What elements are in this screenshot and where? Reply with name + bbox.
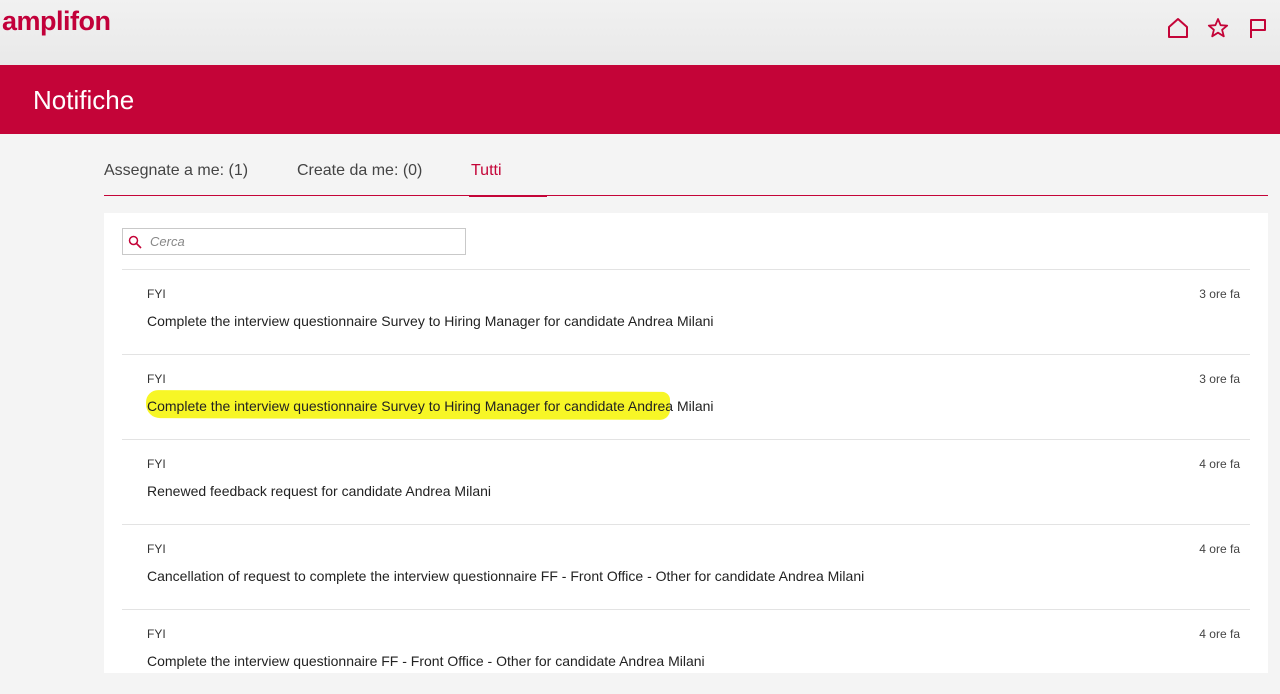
notification-item[interactable]: FYI 3 ore fa Complete the interview ques…	[122, 354, 1250, 439]
tab-all[interactable]: Tutti	[471, 162, 502, 180]
tab-created-by-me[interactable]: Create da me: (0)	[297, 162, 422, 180]
search-box	[122, 228, 466, 255]
top-bar: amplifon	[0, 0, 1280, 65]
page-banner: Notifiche	[0, 65, 1280, 134]
notification-time: 3 ore fa	[1199, 372, 1240, 386]
notification-type: FYI	[147, 457, 166, 471]
active-tab-indicator	[469, 195, 547, 197]
notification-type: FYI	[147, 627, 166, 641]
notification-time: 4 ore fa	[1199, 542, 1240, 556]
notification-message[interactable]: Renewed feedback request for candidate A…	[147, 483, 491, 499]
notification-message[interactable]: Complete the interview questionnaire Sur…	[147, 398, 714, 414]
notification-item[interactable]: FYI 4 ore fa Complete the interview ques…	[122, 609, 1250, 694]
notification-time: 3 ore fa	[1199, 287, 1240, 301]
page-title: Notifiche	[33, 85, 135, 115]
notification-type: FYI	[147, 372, 166, 386]
notification-item[interactable]: FYI 4 ore fa Renewed feedback request fo…	[122, 439, 1250, 524]
tab-bar: Assegnate a me: (1) Create da me: (0) Tu…	[104, 148, 1268, 197]
notifications-panel: FYI 3 ore fa Complete the interview ques…	[104, 213, 1268, 673]
top-icons	[1166, 14, 1270, 42]
search-input[interactable]	[148, 231, 452, 252]
notification-list: FYI 3 ore fa Complete the interview ques…	[122, 269, 1250, 694]
notification-message[interactable]: Cancellation of request to complete the …	[147, 568, 864, 584]
notification-message[interactable]: Complete the interview questionnaire FF …	[147, 653, 705, 669]
notification-time: 4 ore fa	[1199, 627, 1240, 641]
notification-item[interactable]: FYI 4 ore fa Cancellation of request to …	[122, 524, 1250, 609]
search-icon	[128, 232, 148, 252]
notification-type: FYI	[147, 542, 166, 556]
home-icon[interactable]	[1166, 14, 1190, 42]
notification-type: FYI	[147, 287, 166, 301]
star-icon[interactable]	[1206, 14, 1230, 42]
notification-message[interactable]: Complete the interview questionnaire Sur…	[147, 313, 714, 329]
notification-item[interactable]: FYI 3 ore fa Complete the interview ques…	[122, 269, 1250, 354]
tab-assigned-to-me[interactable]: Assegnate a me: (1)	[104, 162, 248, 180]
notification-time: 4 ore fa	[1199, 457, 1240, 471]
amplifon-logo[interactable]: amplifon	[2, 6, 111, 37]
flag-icon[interactable]	[1246, 14, 1270, 42]
